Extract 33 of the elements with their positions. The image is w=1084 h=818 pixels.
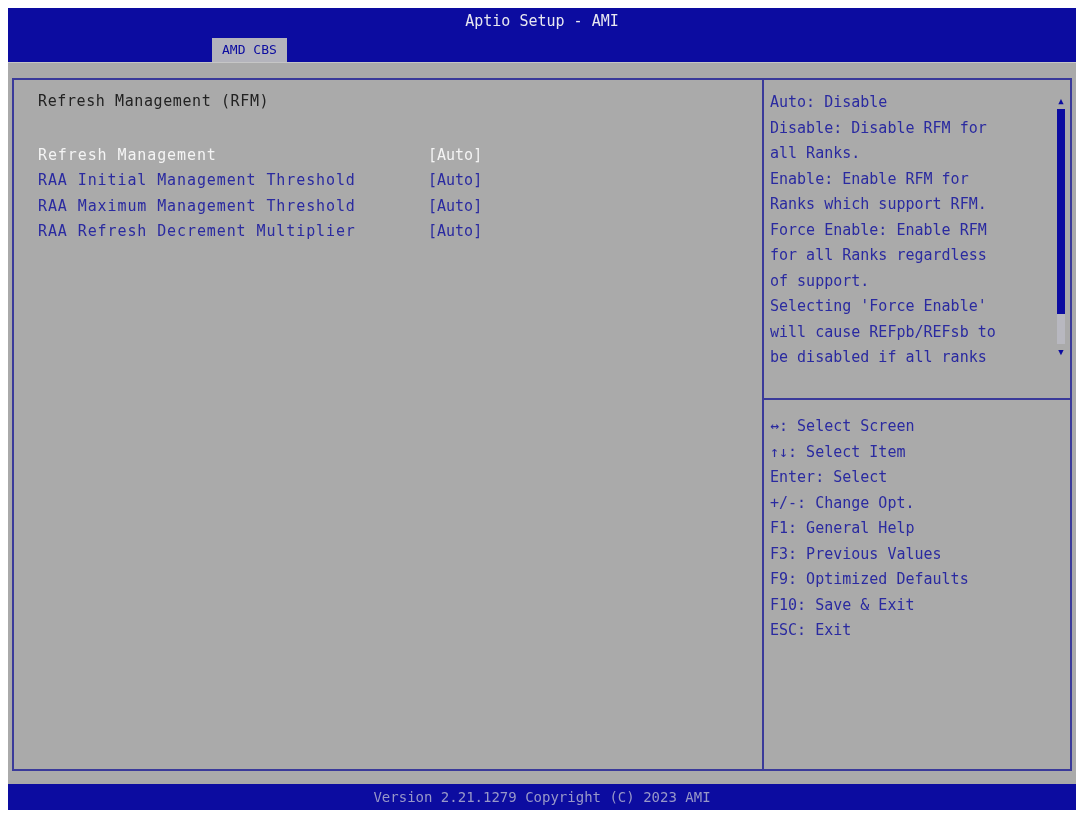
key-hint: F9: Optimized Defaults [770,569,970,590]
scroll-up-arrow[interactable]: ▲ [1058,96,1064,106]
help-text: of support. [770,270,871,292]
setting-value[interactable]: [Auto] [428,196,483,215]
key-hint: ↑↓: Select Item [770,441,907,463]
status-bar: Version 2.21.1279 Copyright (C) 2023 AMI [8,784,1076,810]
key-hint: F1: General Help [770,518,916,539]
help-text: Enable: Enable RFM for [770,168,970,190]
setting-label[interactable]: RAA Initial Management Threshold [38,171,428,190]
help-text: Force Enable: Enable RFM [770,219,988,241]
key-hint: F10: Save & Exit [770,594,916,616]
help-text: be disabled if all ranks [770,347,988,368]
key-hint: Enter: Select [770,467,889,488]
key-hint: F3: Previous Values [770,543,943,565]
help-text: Selecting 'Force Enable' [770,296,988,317]
help-text: all Ranks. [770,143,862,164]
key-hint: ESC: Exit [770,620,853,641]
help-text: for all Ranks regardless [770,245,988,266]
key-hint: +/-: Change Opt. [770,492,916,514]
window-title: Aptio Setup - AMI [464,12,620,30]
help-text: Disable: Disable RFM for [770,117,988,139]
setting-label[interactable]: RAA Maximum Management Threshold [38,196,428,215]
page-heading: Refresh Management (RFM) [38,92,271,112]
help-text: will cause REFpb/REFsb to [770,321,997,343]
help-text: Ranks which support RFM. [770,194,988,215]
help-text: Auto: Disable [770,92,889,113]
setting-value[interactable]: [Auto] [428,171,483,190]
scrollbar[interactable] [1057,109,1065,344]
menu-tab[interactable]: AMD CBS [212,38,287,62]
setting-value[interactable]: [Auto] [428,222,483,241]
key-hint: ↔: Select Screen [770,416,916,437]
setting-label[interactable]: RAA Refresh Decrement Multiplier [38,222,428,241]
scroll-down-arrow[interactable]: ▼ [1058,347,1064,357]
